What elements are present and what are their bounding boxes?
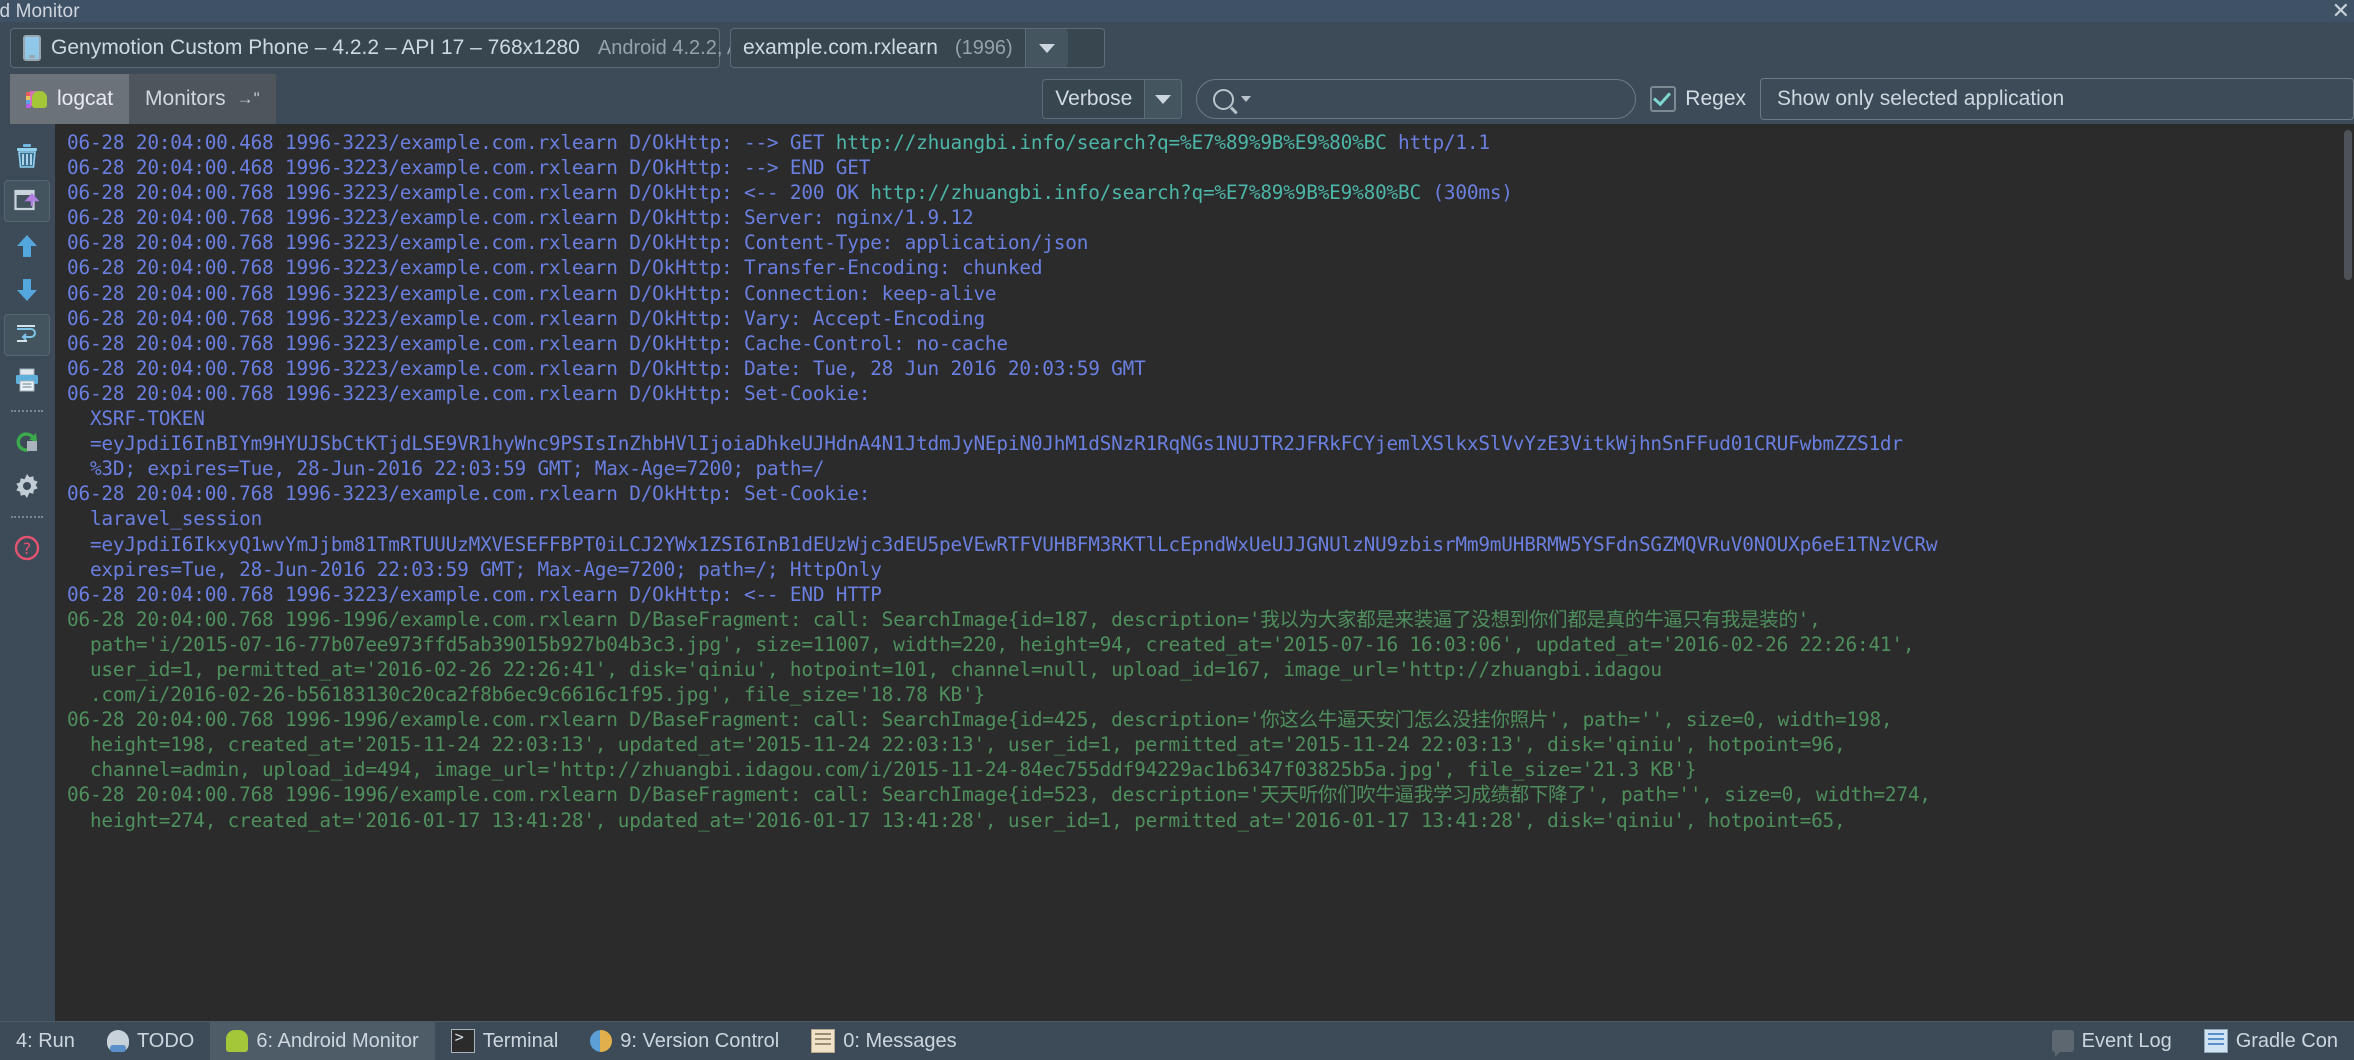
status-item-run[interactable]: 4: Run	[0, 1022, 91, 1060]
process-name: example.com.rxlearn	[743, 36, 938, 60]
log-level-value: Verbose	[1055, 87, 1132, 111]
todo-icon	[107, 1030, 129, 1052]
trash-icon[interactable]	[5, 136, 49, 176]
tab-monitors[interactable]: Monitors →"	[129, 74, 276, 124]
svg-text:?: ?	[22, 539, 31, 558]
regex-toggle[interactable]: Regex	[1650, 86, 1746, 112]
status-bar-right-group: Event Log Gradle Con	[2036, 1022, 2354, 1060]
help-icon[interactable]: ?	[5, 528, 49, 568]
status-item-event-log-label: Event Log	[2082, 1030, 2172, 1053]
window-titlebar: Android Monitor ✕	[0, 0, 2354, 22]
process-dropdown-arrow[interactable]	[1025, 29, 1068, 67]
event-log-icon	[2052, 1030, 2074, 1052]
log-level-dropdown-arrow[interactable]	[1144, 80, 1181, 118]
logcat-main-area: ? 06-28 20:04:00.468 1996-3223/example.c…	[0, 124, 2354, 1021]
device-process-selector-row: Genymotion Custom Phone – 4.2.2 – API 17…	[0, 22, 2354, 74]
phone-icon	[23, 35, 41, 61]
status-item-version-control-label: 9: Version Control	[620, 1030, 779, 1053]
scroll-down-icon[interactable]	[5, 270, 49, 310]
device-name: Genymotion Custom Phone – 4.2.2 – API 17…	[51, 36, 580, 60]
tab-monitors-label: Monitors	[145, 87, 226, 111]
logcat-scrollbar[interactable]	[2342, 124, 2354, 1021]
status-item-terminal[interactable]: Terminal	[435, 1022, 575, 1060]
logcat-action-gutter: ?	[0, 124, 53, 1021]
status-item-version-control[interactable]: 9: Version Control	[574, 1022, 795, 1060]
android-logcat-icon	[26, 88, 48, 110]
soft-wrap-icon[interactable]	[4, 314, 50, 356]
scroll-to-end-icon[interactable]	[4, 180, 50, 222]
regex-checkbox[interactable]	[1650, 86, 1676, 112]
logcat-filter-controls: Verbose Regex Show only selected applica…	[1042, 78, 2354, 120]
status-item-android-monitor-label: 6: Android Monitor	[256, 1030, 418, 1053]
terminal-icon	[451, 1029, 475, 1053]
filter-scope-value: Show only selected application	[1777, 87, 2064, 111]
logcat-text[interactable]: 06-28 20:04:00.468 1996-3223/example.com…	[53, 124, 2354, 833]
status-item-android-monitor[interactable]: 6: Android Monitor	[210, 1022, 434, 1060]
status-item-event-log[interactable]: Event Log	[2036, 1022, 2188, 1060]
logcat-left-rule	[53, 124, 55, 1021]
settings-gear-icon[interactable]	[5, 466, 49, 506]
android-icon	[226, 1030, 248, 1052]
regex-label: Regex	[1685, 87, 1746, 111]
process-pid: (1996)	[955, 37, 1013, 60]
status-item-todo[interactable]: TODO	[91, 1022, 210, 1060]
monitor-tabs: logcat Monitors →"	[10, 74, 276, 124]
device-selector[interactable]: Genymotion Custom Phone – 4.2.2 – API 17…	[10, 28, 720, 68]
logcat-search-box[interactable]	[1196, 79, 1636, 119]
log-level-selector[interactable]: Verbose	[1042, 79, 1182, 119]
status-item-run-label: 4: Run	[16, 1030, 75, 1053]
status-item-messages[interactable]: 0: Messages	[795, 1022, 972, 1060]
android-studio-window: Android Monitor ✕ Genymotion Custom Phon…	[0, 0, 2354, 1060]
search-icon	[1213, 89, 1234, 110]
restart-icon[interactable]	[5, 422, 49, 462]
messages-icon	[811, 1029, 835, 1053]
tab-overflow-arrow-icon[interactable]: →"	[237, 89, 260, 109]
chevron-down-icon[interactable]	[1241, 96, 1251, 102]
scroll-up-icon[interactable]	[5, 226, 49, 266]
tab-logcat-label: logcat	[57, 87, 113, 111]
status-item-todo-label: TODO	[137, 1030, 194, 1053]
tab-logcat[interactable]: logcat	[10, 74, 129, 124]
close-icon[interactable]: ✕	[2332, 0, 2350, 22]
logcat-output-pane[interactable]: 06-28 20:04:00.468 1996-3223/example.com…	[53, 124, 2354, 1021]
filter-scope-selector[interactable]: Show only selected application	[1760, 78, 2354, 120]
process-selector[interactable]: example.com.rxlearn (1996)	[730, 28, 1105, 68]
tool-window-bar: 4: Run TODO 6: Android Monitor Terminal …	[0, 1021, 2354, 1060]
gutter-divider	[11, 406, 43, 416]
search-input[interactable]	[1256, 87, 1619, 112]
print-icon[interactable]	[5, 360, 49, 400]
logcat-toolbar: logcat Monitors →" Verbose Regex	[0, 74, 2354, 124]
status-item-terminal-label: Terminal	[483, 1030, 559, 1053]
status-item-messages-label: 0: Messages	[843, 1030, 956, 1053]
gradle-console-icon	[2204, 1029, 2228, 1053]
version-control-icon	[590, 1030, 612, 1052]
window-title: Android Monitor	[0, 1, 80, 23]
status-item-gradle-console-label: Gradle Con	[2236, 1030, 2338, 1053]
status-item-gradle-console[interactable]: Gradle Con	[2188, 1022, 2354, 1060]
gutter-divider-2	[11, 512, 43, 522]
